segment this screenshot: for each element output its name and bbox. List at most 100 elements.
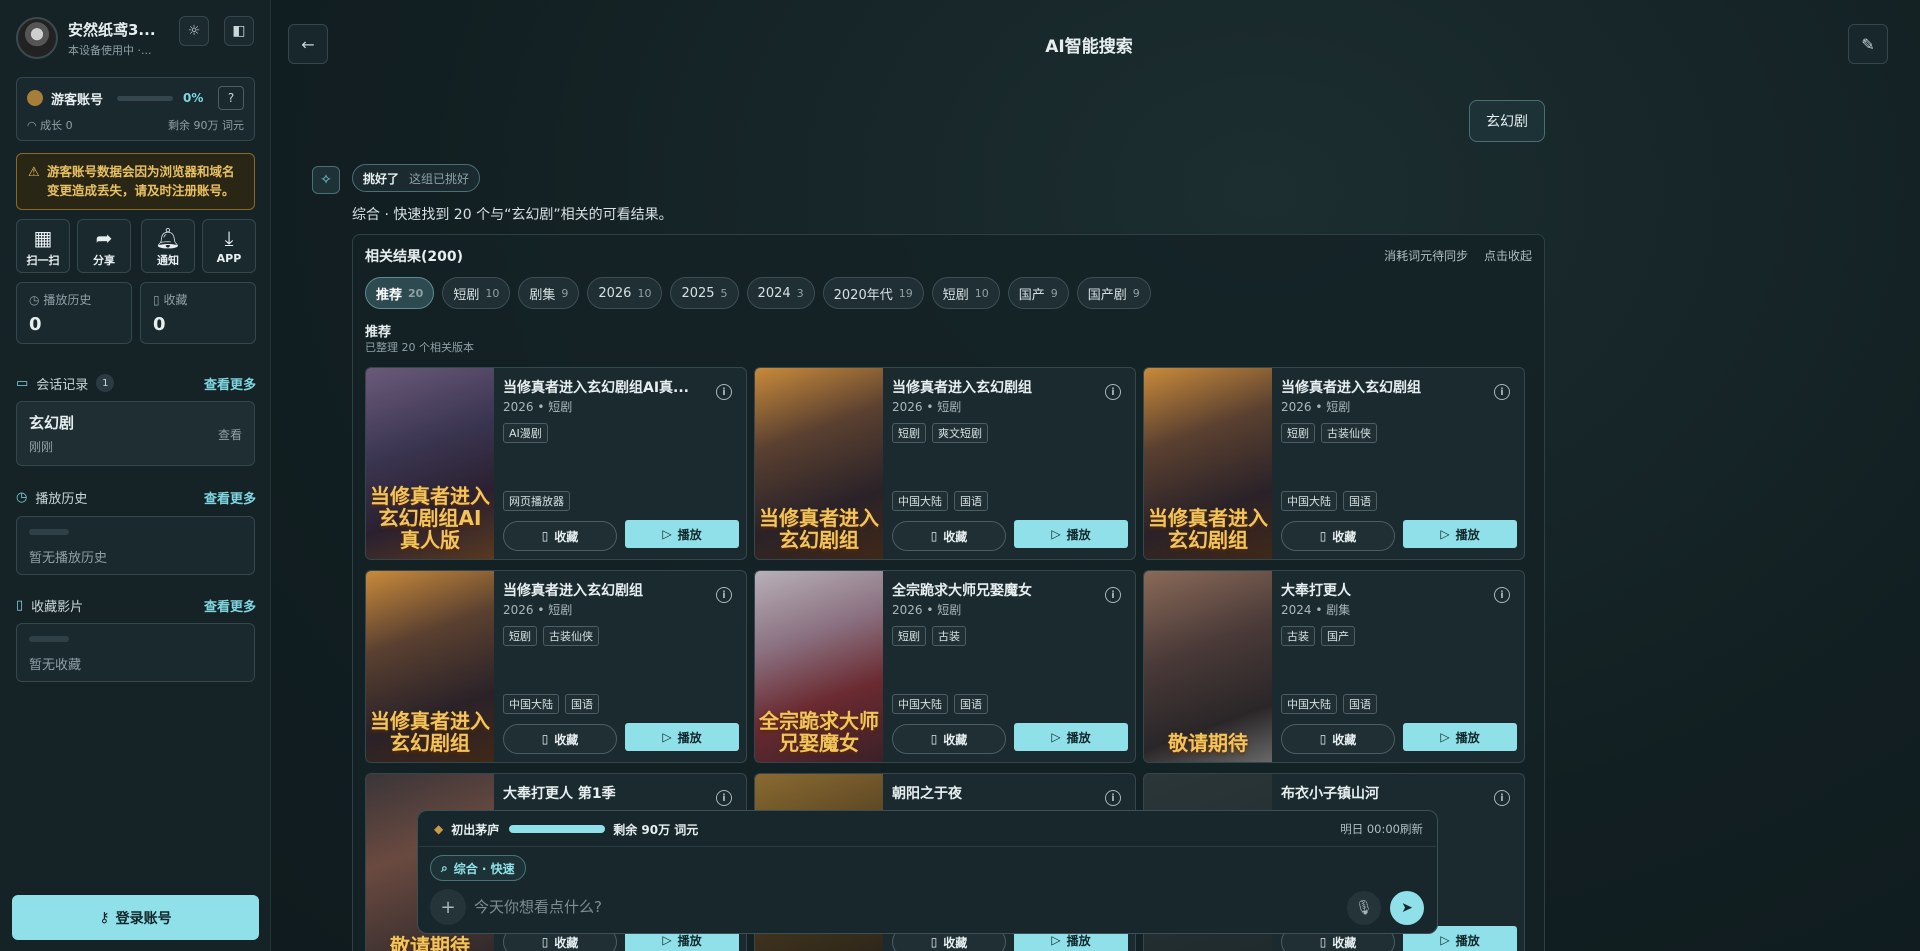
card-title[interactable]: 当修真者进入玄幻剧组 — [503, 580, 703, 600]
profile[interactable]: 安然纸鸢3... 本设备使用中 ·... — [16, 16, 256, 60]
poster-image[interactable]: 当修真者进入玄幻剧组 — [366, 571, 494, 762]
info-icon[interactable]: i — [716, 587, 732, 603]
guest-progress-pct: 0% — [183, 91, 204, 105]
attach-button[interactable]: + — [430, 889, 466, 925]
poster-image[interactable]: 当修真者进入玄幻剧组AI真人版 — [366, 368, 494, 559]
play-button[interactable]: ▷ 播放 — [1014, 723, 1128, 751]
tag: 中国大陆 — [892, 491, 948, 511]
filter-chip[interactable]: 2026 10 — [587, 277, 663, 309]
chat-icon: ▭ — [16, 375, 29, 391]
card-title[interactable]: 当修真者进入玄幻剧组 — [892, 377, 1092, 397]
filter-chip[interactable]: 国产 9 — [1007, 277, 1069, 309]
card-title[interactable]: 当修真者进入玄幻剧组AI真... — [503, 377, 703, 397]
poster-image[interactable]: 当修真者进入玄幻剧组 — [755, 368, 883, 559]
microphone-icon: 🎙︎ — [1355, 900, 1373, 916]
favorites-more-link[interactable]: 查看更多 — [204, 596, 256, 615]
info-icon[interactable]: i — [716, 790, 732, 806]
filter-chip[interactable]: 短剧 10 — [931, 277, 1000, 309]
result-card[interactable]: 全宗跪求大师兄娶魔女 全宗跪求大师兄娶魔女 2026 • 短剧 i 短剧 古装 中国大陆 国语… — [754, 570, 1136, 763]
user-query-bubble: 玄幻剧 — [1469, 100, 1545, 142]
info-icon[interactable]: i — [1494, 587, 1510, 603]
collapse-sidebar-button[interactable]: ◧ — [224, 16, 254, 46]
card-title[interactable]: 布衣小子镇山河 — [1281, 783, 1481, 803]
tag: 中国大陆 — [892, 694, 948, 714]
history-more-link[interactable]: 查看更多 — [204, 488, 256, 507]
filter-chip[interactable]: 2020年代 19 — [822, 277, 924, 309]
poster-image[interactable]: 全宗跪求大师兄娶魔女 — [755, 571, 883, 762]
plus-icon: + — [440, 896, 456, 918]
sun-icon: ☼ — [187, 23, 201, 39]
info-icon[interactable]: i — [1105, 790, 1121, 806]
sessions-more-link[interactable]: 查看更多 — [204, 374, 256, 393]
favorite-button[interactable]: ▯ 收藏 — [503, 724, 617, 754]
favorite-button[interactable]: ▯ 收藏 — [503, 521, 617, 551]
new-chat-button[interactable]: ✎ — [1848, 24, 1888, 64]
chat-input[interactable] — [474, 895, 1334, 919]
voice-button[interactable]: 🎙︎ — [1347, 891, 1381, 925]
warning-text: 游客账号数据会因为浏览器和域名变更造成丢失，请及时注册账号。 — [47, 164, 235, 198]
filter-chip[interactable]: 剧集 9 — [518, 277, 580, 309]
bookmark-icon: ▯ — [930, 935, 938, 949]
favorites-stat[interactable]: ▯ 收藏 0 — [140, 282, 256, 344]
avatar[interactable] — [16, 17, 58, 59]
play-history-stat[interactable]: ◷ 播放历史 0 — [16, 282, 132, 344]
result-card[interactable]: 当修真者进入玄幻剧组AI真人版 当修真者进入玄幻剧组AI真... 2026 • 短剧… — [365, 367, 747, 560]
play-button[interactable]: ▷ 播放 — [1403, 520, 1517, 548]
filter-chip[interactable]: 国产剧 9 — [1076, 277, 1151, 309]
filter-chip[interactable]: 推荐 20 — [365, 277, 435, 309]
result-card[interactable]: 当修真者进入玄幻剧组 当修真者进入玄幻剧组 2026 • 短剧 i 短剧 古装仙侠 中国大陆… — [365, 570, 747, 763]
card-title[interactable]: 朝阳之于夜 — [892, 783, 1092, 803]
play-icon: ▷ — [1051, 527, 1061, 541]
play-button[interactable]: ▷ 播放 — [625, 723, 739, 751]
card-title[interactable]: 全宗跪求大师兄娶魔女 — [892, 580, 1092, 600]
play-icon: ▷ — [662, 527, 672, 541]
favorite-button[interactable]: ▯ 收藏 — [1281, 521, 1395, 551]
favorite-button[interactable]: ▯ 收藏 — [1281, 724, 1395, 754]
login-button[interactable]: ⚷ 登录账号 — [12, 895, 259, 940]
collapse-link[interactable]: 点击收起 — [1484, 249, 1532, 263]
card-title[interactable]: 大奉打更人 第1季 — [503, 783, 703, 803]
filter-chip[interactable]: 2024 3 — [746, 277, 815, 309]
favorite-button[interactable]: ▯ 收藏 — [892, 521, 1006, 551]
scan-button[interactable]: ▦ 扫一扫 — [16, 219, 70, 273]
play-button[interactable]: ▷ 播放 — [1014, 520, 1128, 548]
card-title[interactable]: 大奉打更人 — [1281, 580, 1481, 600]
filter-chip[interactable]: 短剧 10 — [442, 277, 511, 309]
result-card[interactable]: 当修真者进入玄幻剧组 当修真者进入玄幻剧组 2026 • 短剧 i 短剧 古装仙侠 中国大陆… — [1143, 367, 1525, 560]
info-icon[interactable]: i — [1494, 790, 1510, 806]
bookmark-icon: ▯ — [541, 935, 549, 949]
result-card[interactable]: 敬请期待 大奉打更人 2024 • 剧集 i 古装 国产 中国大陆 国语 ▯ 收藏 ▷ 播放 — [1143, 570, 1525, 763]
tag: 古装 — [932, 626, 966, 646]
help-button[interactable]: ? — [218, 86, 244, 110]
bell-icon: 🔔︎ — [155, 226, 181, 250]
info-icon[interactable]: i — [1105, 587, 1121, 603]
bookmark-icon: ▯ — [541, 732, 549, 746]
guest-account-card: 游客账号 0% ? ◠ 成长 0 剩余 90万 词元 — [16, 77, 255, 141]
guest-label: 游客账号 — [51, 92, 104, 108]
history-empty: 暂无播放历史 — [16, 516, 255, 575]
favorite-button[interactable]: ▯ 收藏 — [892, 724, 1006, 754]
app-download-button[interactable]: ⤓ APP — [202, 219, 256, 273]
session-view-link[interactable]: 查看 — [218, 426, 242, 443]
session-item[interactable]: 玄幻剧 刚刚 查看 — [16, 401, 255, 466]
result-card[interactable]: 当修真者进入玄幻剧组 当修真者进入玄幻剧组 2026 • 短剧 i 短剧 爽文短剧 中国大陆… — [754, 367, 1136, 560]
notification-button[interactable]: 🔔︎ 通知 — [141, 219, 195, 273]
info-icon[interactable]: i — [716, 384, 732, 400]
tag: 国语 — [1343, 694, 1377, 714]
send-button[interactable]: ➤ — [1390, 891, 1424, 925]
poster-image[interactable]: 敬请期待 — [1144, 571, 1272, 762]
info-icon[interactable]: i — [1494, 384, 1510, 400]
filter-chips: 推荐 20 短剧 10 剧集 9 2026 10 2025 5 2024 3 2020年代 19 短剧 10 国… — [365, 277, 1151, 309]
play-icon: ▷ — [1440, 730, 1450, 744]
poster-image[interactable]: 当修真者进入玄幻剧组 — [1144, 368, 1272, 559]
filter-chip[interactable]: 2025 5 — [670, 277, 739, 309]
play-button[interactable]: ▷ 播放 — [1403, 723, 1517, 751]
theme-toggle-button[interactable]: ☼ — [179, 16, 209, 46]
share-button[interactable]: ➦ 分享 — [77, 219, 131, 273]
chat-input-panel: ◆ 初出茅庐 剩余 90万 词元 明日 00:00刷新 ⌕ 综合 · 快速 + … — [417, 810, 1438, 934]
info-icon[interactable]: i — [1105, 384, 1121, 400]
warning-icon: ⚠ — [28, 165, 40, 180]
search-mode-chip[interactable]: ⌕ 综合 · 快速 — [430, 855, 526, 881]
play-button[interactable]: ▷ 播放 — [625, 520, 739, 548]
card-title[interactable]: 当修真者进入玄幻剧组 — [1281, 377, 1481, 397]
